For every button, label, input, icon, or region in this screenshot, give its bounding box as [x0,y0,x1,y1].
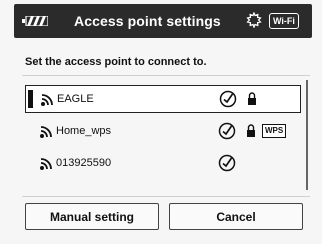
wifi-signal-icon [40,126,52,138]
wifi-badge: Wi-Fi [269,13,299,29]
lock-icon [247,124,255,137]
title-bar: Access point settings Wi-Fi [14,4,312,38]
wps-badge: WPS [262,124,287,138]
access-point-name: Home_wps [56,125,112,137]
wifi-signal-icon [41,94,53,106]
wps-gear-icon [246,12,262,28]
page-title: Access point settings [74,13,221,29]
access-point-name: EAGLE [57,93,94,105]
manual-setting-button[interactable]: Manual setting [25,203,159,230]
divider [22,196,310,197]
check-circle-icon [219,90,237,108]
check-circle-icon [218,122,236,140]
battery-icon [22,16,48,26]
divider [22,75,310,76]
cancel-button[interactable]: Cancel [169,203,303,230]
lock-icon [248,92,256,105]
scrollbar[interactable] [306,80,308,190]
selection-indicator [28,90,33,108]
access-point-settings-screen: Access point settings Wi-Fi Set the acce… [0,0,322,244]
access-point-row-home-wps[interactable]: Home_wps WPS [25,118,301,146]
access-point-row-013925590[interactable]: 013925590 [25,150,301,178]
prompt-text: Set the access point to connect to. [25,56,207,68]
wifi-signal-icon [40,158,52,170]
check-circle-icon [218,154,236,172]
access-point-name: 013925590 [56,157,112,169]
access-point-row-eagle[interactable]: EAGLE [25,85,301,113]
